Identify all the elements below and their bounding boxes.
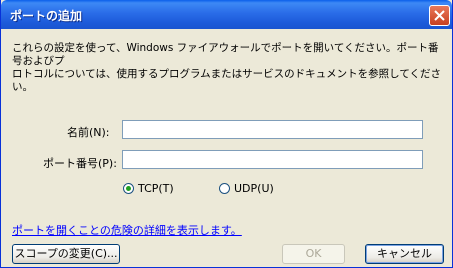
port-number-input[interactable] — [122, 150, 423, 169]
udp-radio-label: UDP(U) — [234, 182, 274, 195]
port-number-label: ポート番号(P): — [43, 157, 117, 170]
port-risk-link[interactable]: ポートを開くことの危険の詳細を表示します。 — [12, 222, 242, 238]
close-button[interactable] — [429, 5, 450, 26]
tcp-radio-circle[interactable] — [123, 183, 134, 194]
title-bar[interactable]: ポートの追加 — [1, 0, 452, 29]
add-port-dialog: ポートの追加 これらの設定を使って、Windows ファイアウォールでポートを開… — [0, 0, 453, 268]
name-input[interactable] — [122, 120, 423, 139]
dialog-title: ポートの追加 — [10, 9, 83, 23]
udp-radio[interactable]: UDP(U) — [219, 182, 274, 195]
instructions-text: これらの設定を使って、Windows ファイアウォールでポートを開いてください。… — [12, 42, 442, 93]
ok-button[interactable]: OK — [282, 244, 345, 264]
tcp-radio-label: TCP(T) — [138, 182, 174, 195]
udp-radio-circle[interactable] — [219, 183, 230, 194]
name-label: 名前(N): — [67, 126, 110, 139]
cancel-button[interactable]: キャンセル — [365, 244, 444, 264]
tcp-radio[interactable]: TCP(T) — [123, 182, 174, 195]
change-scope-button[interactable]: スコープの変更(C)... — [12, 244, 120, 264]
close-icon — [434, 10, 445, 21]
